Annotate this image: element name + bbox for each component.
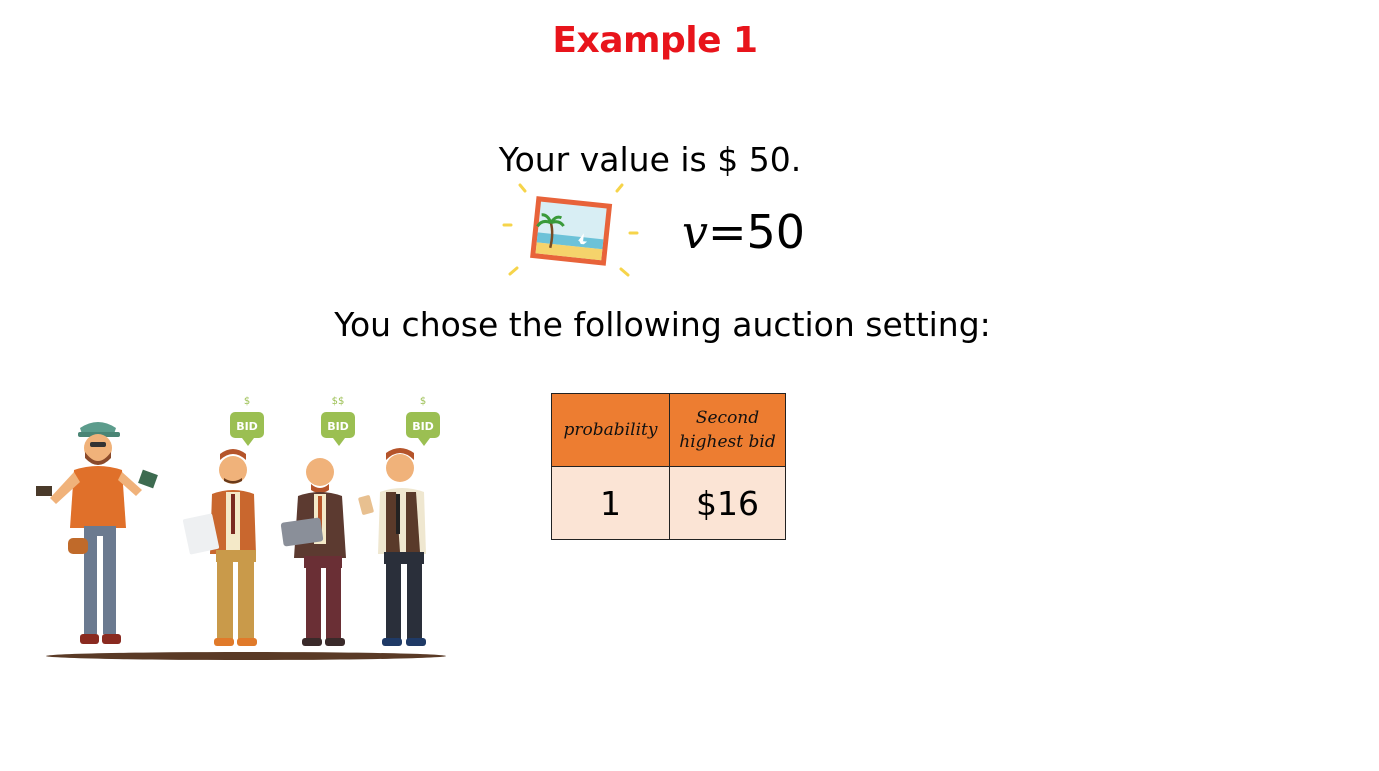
svg-text:$: $ (420, 396, 426, 407)
svg-text:$$: $$ (332, 396, 345, 407)
bid-sign-3-label: BID (412, 420, 434, 433)
bid-sign-1: BID $ (230, 396, 264, 446)
equation-variable: v (682, 205, 708, 259)
header-probability: probability (551, 393, 670, 467)
bid-sign-1-label: BID (236, 420, 258, 433)
equation-value: =50 (708, 205, 806, 259)
bid-sign-2: BID $$ (321, 396, 355, 446)
table-header-row: probability Second highest bid (551, 393, 786, 467)
auction-setting-table: probability Second highest bid 1 $16 (551, 393, 786, 540)
bidders-illustration: BID $ BID $$ BID $ (28, 388, 458, 668)
value-equation: v=50 (682, 205, 805, 259)
framed-beach-picture-icon (500, 180, 645, 280)
second-highest-bid-cell: $16 (669, 466, 786, 540)
bid-sign-2-label: BID (327, 420, 349, 433)
bid-sign-3: BID $ (406, 396, 440, 446)
value-statement: Your value is $ 50. (498, 140, 802, 179)
svg-text:$: $ (244, 396, 250, 407)
slide-title: Example 1 (552, 20, 758, 61)
header-second-highest-bid: Second highest bid (669, 393, 786, 467)
table-row: 1 $16 (551, 466, 786, 540)
probability-cell: 1 (551, 466, 670, 540)
auction-setting-statement: You chose the following auction setting: (334, 305, 991, 344)
